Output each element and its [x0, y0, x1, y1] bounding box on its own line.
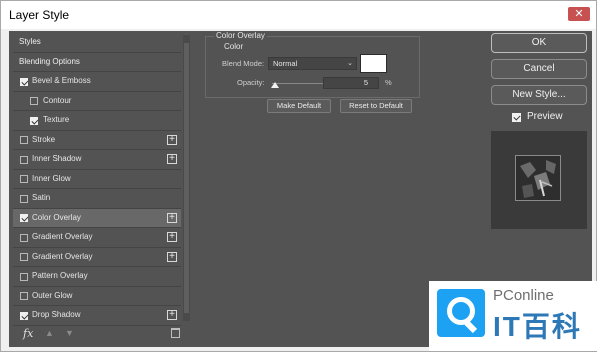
blend-mode-label: Blend Mode:	[222, 59, 265, 68]
scrollbar-thumb[interactable]	[184, 43, 189, 313]
style-checkbox[interactable]	[20, 194, 28, 203]
style-checkbox[interactable]	[20, 272, 28, 281]
chevron-down-icon: ⌄	[347, 60, 353, 67]
sidebar-item[interactable]: Outer Glow	[13, 286, 181, 306]
opacity-input[interactable]: 5	[323, 77, 379, 89]
add-effect-icon[interactable]: +	[167, 251, 177, 262]
sidebar-toolbar: fx ▲ ▼	[13, 325, 183, 345]
ok-button[interactable]: OK	[491, 33, 587, 53]
sidebar-item-label: Inner Glow	[32, 173, 71, 183]
style-checkbox[interactable]	[20, 175, 28, 183]
style-checkbox[interactable]	[30, 116, 38, 125]
sidebar-item-label: Satin	[32, 193, 51, 202]
sidebar-item-label: Gradient Overlay	[32, 232, 93, 241]
fx-icon[interactable]: fx	[23, 327, 33, 340]
sidebar-item[interactable]: Blending Options	[13, 52, 181, 72]
overlay-color-swatch[interactable]	[360, 54, 387, 73]
sidebar-item[interactable]: Pattern Overlay	[13, 267, 181, 287]
blend-mode-value: Normal	[273, 59, 298, 68]
sidebar-item[interactable]: Bevel & Emboss	[13, 72, 181, 92]
sidebar-item[interactable]: Color Overlay +	[13, 208, 181, 228]
sidebar-item-label: Blending Options	[19, 56, 80, 66]
sidebar-item-label: Texture	[43, 115, 70, 124]
style-checkbox[interactable]	[20, 136, 28, 144]
blend-mode-select[interactable]: Normal ⌄	[268, 57, 357, 70]
add-effect-icon[interactable]: +	[167, 310, 177, 320]
sidebar-item[interactable]: Styles	[13, 33, 181, 53]
style-checkbox[interactable]	[20, 155, 28, 164]
sidebar-item-label: Color Overlay	[32, 212, 81, 222]
trash-icon[interactable]	[171, 328, 180, 338]
window-title: Layer Style	[9, 8, 70, 22]
add-effect-icon[interactable]: +	[167, 134, 177, 145]
sidebar-item-label: Styles	[19, 37, 41, 46]
sidebar-item[interactable]: Texture	[13, 111, 181, 131]
style-checkbox[interactable]	[20, 77, 28, 86]
opacity-unit: %	[385, 78, 392, 87]
style-checkbox[interactable]	[20, 311, 28, 320]
style-checkbox[interactable]	[20, 292, 28, 300]
style-list: Styles Blending Options Bevel & Emboss Cont…	[13, 33, 181, 326]
opacity-label: Opacity:	[237, 78, 265, 87]
add-effect-icon[interactable]: +	[167, 154, 177, 164]
style-checkbox[interactable]	[20, 233, 28, 242]
preview-checkbox[interactable]	[512, 113, 521, 122]
opacity-slider-thumb[interactable]	[271, 82, 279, 88]
sidebar-item-label: Inner Shadow	[32, 154, 82, 163]
watermark-title: IT百科	[493, 311, 582, 342]
style-preview	[491, 131, 587, 229]
title-bar: Layer Style ✕	[1, 1, 596, 29]
pconline-logo	[437, 289, 485, 337]
add-effect-icon[interactable]: +	[167, 232, 177, 242]
panel-group-title: Color Overlay	[214, 31, 267, 40]
sidebar-item-label: Bevel & Emboss	[32, 76, 91, 85]
sidebar-item-label: Gradient Overlay	[32, 251, 93, 261]
sidebar-item[interactable]: Gradient Overlay +	[13, 247, 181, 267]
sidebar-item[interactable]: Inner Glow	[13, 169, 181, 189]
move-up-icon[interactable]: ▲	[45, 328, 54, 338]
sidebar-item-label: Stroke	[32, 134, 56, 144]
panel-sub-title: Color	[224, 42, 244, 51]
sidebar-item[interactable]: Inner Shadow +	[13, 150, 181, 170]
watermark-brand: PConline	[493, 287, 554, 304]
sidebar-item-label: Outer Glow	[32, 290, 73, 300]
sidebar-item[interactable]: Gradient Overlay +	[13, 228, 181, 248]
style-checkbox[interactable]	[20, 253, 28, 261]
sidebar-item[interactable]: Satin	[13, 189, 181, 209]
sidebar-item[interactable]: Drop Shadow +	[13, 306, 181, 326]
sidebar-item-label: Drop Shadow	[32, 310, 81, 319]
close-button[interactable]: ✕	[568, 7, 590, 21]
reset-default-button[interactable]: Reset to Default	[340, 99, 412, 113]
close-icon: ✕	[574, 8, 584, 20]
layer-style-dialog: Layer Style ✕ Styles Blending Options Beve…	[0, 0, 597, 352]
preview-texture-image	[516, 156, 560, 200]
cancel-button[interactable]: Cancel	[491, 59, 587, 79]
preview-label: Preview	[527, 111, 563, 122]
new-style-button[interactable]: New Style...	[491, 85, 587, 105]
sidebar-item[interactable]: Contour	[13, 91, 181, 111]
watermark: PConline IT百科	[429, 281, 597, 351]
move-down-icon[interactable]: ▼	[65, 328, 74, 338]
style-checkbox[interactable]	[20, 214, 28, 222]
sidebar-item[interactable]: Stroke +	[13, 130, 181, 150]
styles-sidebar: Styles Blending Options Bevel & Emboss Cont…	[13, 33, 191, 345]
sidebar-item-label: Contour	[43, 95, 72, 105]
sidebar-item-label: Pattern Overlay	[32, 271, 88, 280]
make-default-button[interactable]: Make Default	[267, 99, 331, 113]
add-effect-icon[interactable]: +	[167, 212, 177, 223]
preview-thumbnail	[515, 155, 561, 201]
style-checkbox[interactable]	[30, 97, 38, 105]
